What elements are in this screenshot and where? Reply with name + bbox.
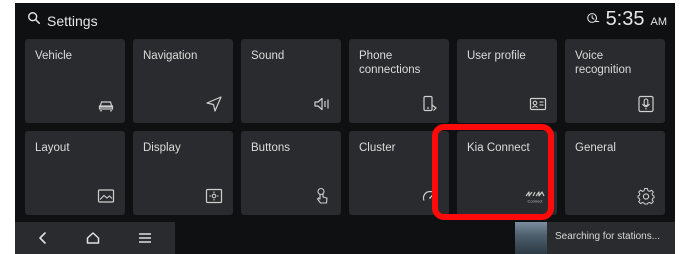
tile-label: Display — [143, 142, 181, 154]
tile-label: Buttons — [251, 142, 290, 154]
radio-station-thumbnail — [515, 222, 547, 254]
user-profile-icon — [529, 95, 547, 113]
back-chevron-icon[interactable] — [33, 228, 53, 248]
clock: 5:35 AM — [586, 8, 667, 31]
tile-display[interactable]: Display — [133, 131, 233, 215]
navigation-arrow-icon — [205, 95, 223, 113]
top-bar: Settings 5:35 AM — [15, 3, 675, 37]
bottom-bar: Searching for stations... — [15, 222, 675, 254]
tile-label: General — [575, 142, 616, 154]
tile-label: User profile — [467, 50, 526, 62]
gear-icon — [637, 187, 655, 205]
button-press-icon — [313, 187, 331, 205]
tile-label: Kia Connect — [467, 142, 530, 154]
page-title: Settings — [47, 12, 98, 29]
tile-navigation[interactable]: Navigation — [133, 39, 233, 123]
settings-grid: Vehicle Navigation Sound Phone connectio… — [25, 39, 665, 219]
clock-ampm: AM — [650, 16, 668, 28]
menu-icon[interactable] — [135, 228, 155, 248]
tile-label: Phone connections — [359, 50, 421, 76]
tile-kia-connect[interactable]: Kia Connect Connect — [457, 131, 557, 215]
tile-label: Vehicle — [35, 50, 73, 62]
clock-time: 5:35 — [605, 8, 645, 30]
search-icon[interactable] — [27, 11, 41, 30]
display-brightness-icon — [205, 187, 223, 205]
tile-vehicle[interactable]: Vehicle — [25, 39, 125, 123]
phone-connection-icon — [421, 95, 439, 113]
speaker-icon — [313, 95, 331, 113]
home-icon[interactable] — [83, 228, 103, 248]
tile-layout[interactable]: Layout — [25, 131, 125, 215]
tile-user-profile[interactable]: User profile — [457, 39, 557, 123]
media-status-text: Searching for stations... — [555, 231, 661, 242]
gauge-icon — [421, 187, 439, 205]
car-icon — [97, 95, 115, 113]
layout-image-icon — [97, 187, 115, 205]
tile-label: Navigation — [143, 50, 198, 62]
tile-voice-recognition[interactable]: Voice recognition — [565, 39, 665, 123]
nav-buttons — [15, 222, 175, 254]
tile-label: Layout — [35, 142, 70, 154]
tile-sound[interactable]: Sound — [241, 39, 341, 123]
gps-time-icon — [586, 11, 600, 30]
tile-label: Voice recognition — [575, 50, 632, 76]
microphone-icon — [637, 95, 655, 113]
tile-label: Cluster — [359, 142, 396, 154]
tile-label: Sound — [251, 50, 285, 62]
tile-general[interactable]: General — [565, 131, 665, 215]
tile-phone-connections[interactable]: Phone connections — [349, 39, 449, 123]
media-widget[interactable]: Searching for stations... — [515, 222, 675, 254]
kia-connect-logo-text: Connect — [528, 199, 544, 204]
tile-cluster[interactable]: Cluster — [349, 131, 449, 215]
kia-connect-logo-icon: Connect — [523, 187, 547, 205]
infotainment-screen: Settings 5:35 AM Vehicle Navigation Soun… — [15, 3, 675, 254]
tile-buttons[interactable]: Buttons — [241, 131, 341, 215]
settings-search[interactable]: Settings — [27, 11, 98, 30]
